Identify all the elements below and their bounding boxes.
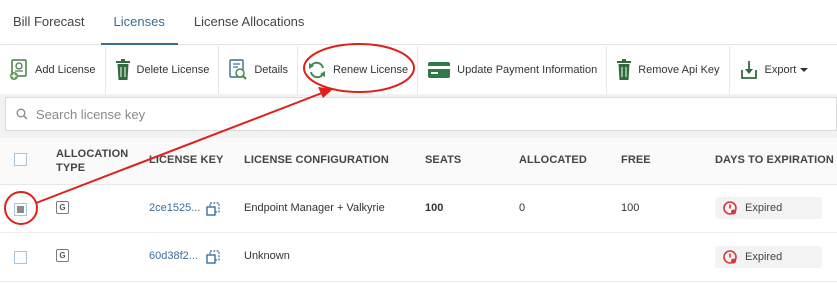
remove-api-key-button[interactable]: Remove Api Key bbox=[607, 46, 730, 94]
column-header-free[interactable]: FREE bbox=[621, 154, 651, 166]
credit-card-icon bbox=[428, 62, 451, 78]
trash-icon bbox=[617, 59, 632, 80]
expiration-status-badge: Expired bbox=[715, 197, 822, 219]
toolbar: Add License Delete License Details Renew… bbox=[0, 46, 837, 94]
license-key-link[interactable]: 2ce1525... bbox=[149, 202, 200, 214]
renew-license-label: Renew License bbox=[332, 64, 409, 76]
allocation-type-badge: G bbox=[56, 201, 69, 214]
row-checkbox[interactable] bbox=[14, 251, 27, 264]
delete-license-button[interactable]: Delete License bbox=[106, 46, 220, 94]
export-icon bbox=[740, 61, 757, 79]
search-icon bbox=[16, 108, 28, 120]
expiration-status-badge: Expired bbox=[715, 246, 822, 268]
column-header-days-to-expiration[interactable]: DAYS TO EXPIRATION bbox=[715, 154, 834, 166]
allocation-type-badge: G bbox=[56, 249, 69, 262]
column-header-license-key[interactable]: LICENSE KEY bbox=[149, 154, 223, 166]
tab-bill-forecast[interactable]: Bill Forecast bbox=[0, 0, 98, 45]
row-checkbox[interactable] bbox=[14, 203, 27, 216]
tab-bar: Bill Forecast Licenses License Allocatio… bbox=[0, 0, 837, 45]
details-label: Details bbox=[254, 64, 288, 76]
column-header-license-configuration[interactable]: LICENSE CONFIGURATION bbox=[244, 154, 389, 166]
expiration-status-label: Expired bbox=[745, 202, 783, 214]
column-header-seats[interactable]: SEATS bbox=[425, 154, 461, 166]
details-icon bbox=[229, 59, 248, 80]
tab-licenses[interactable]: Licenses bbox=[100, 0, 178, 45]
license-configuration: Unknown bbox=[244, 250, 290, 262]
export-dropdown[interactable]: Export bbox=[730, 46, 818, 94]
table-row[interactable]: G 2ce1525... Endpoint Manager + Valkyrie… bbox=[0, 185, 837, 233]
delete-license-label: Delete License bbox=[136, 64, 210, 76]
trash-icon bbox=[115, 59, 130, 80]
chevron-down-icon bbox=[800, 68, 809, 72]
expiration-status-label: Expired bbox=[745, 251, 783, 263]
remove-api-key-label: Remove Api Key bbox=[638, 64, 720, 76]
search-bar bbox=[0, 94, 837, 138]
refresh-icon bbox=[308, 61, 325, 79]
select-all-checkbox[interactable] bbox=[14, 153, 27, 166]
search-box bbox=[5, 97, 837, 131]
details-button[interactable]: Details bbox=[219, 46, 298, 94]
add-license-button[interactable]: Add License bbox=[0, 46, 106, 94]
tab-license-allocations[interactable]: License Allocations bbox=[181, 0, 318, 45]
seats-value: 100 bbox=[425, 202, 444, 214]
expired-clock-icon bbox=[723, 250, 737, 264]
column-header-allocation-type[interactable]: ALLOCATION TYPE bbox=[56, 147, 136, 175]
column-header-allocated[interactable]: ALLOCATED bbox=[519, 154, 587, 166]
update-payment-label: Update Payment Information bbox=[457, 64, 598, 76]
table-header: ALLOCATION TYPE LICENSE KEY LICENSE CONF… bbox=[0, 138, 837, 185]
expired-clock-icon bbox=[723, 201, 737, 215]
export-label: Export bbox=[764, 64, 797, 76]
free-value: 100 bbox=[621, 202, 640, 214]
license-key-link[interactable]: 60d38f2... bbox=[149, 250, 198, 262]
add-license-icon bbox=[10, 59, 27, 80]
allocated-value: 0 bbox=[519, 202, 526, 214]
renew-license-button[interactable]: Renew License bbox=[298, 46, 419, 94]
search-input[interactable] bbox=[36, 106, 815, 122]
table-row[interactable]: G 60d38f2... Unknown Expired bbox=[0, 234, 837, 282]
update-payment-button[interactable]: Update Payment Information bbox=[418, 46, 608, 94]
license-configuration: Endpoint Manager + Valkyrie bbox=[244, 202, 385, 214]
copy-icon[interactable] bbox=[206, 202, 220, 216]
copy-icon[interactable] bbox=[206, 250, 220, 264]
add-license-label: Add License bbox=[35, 64, 96, 76]
